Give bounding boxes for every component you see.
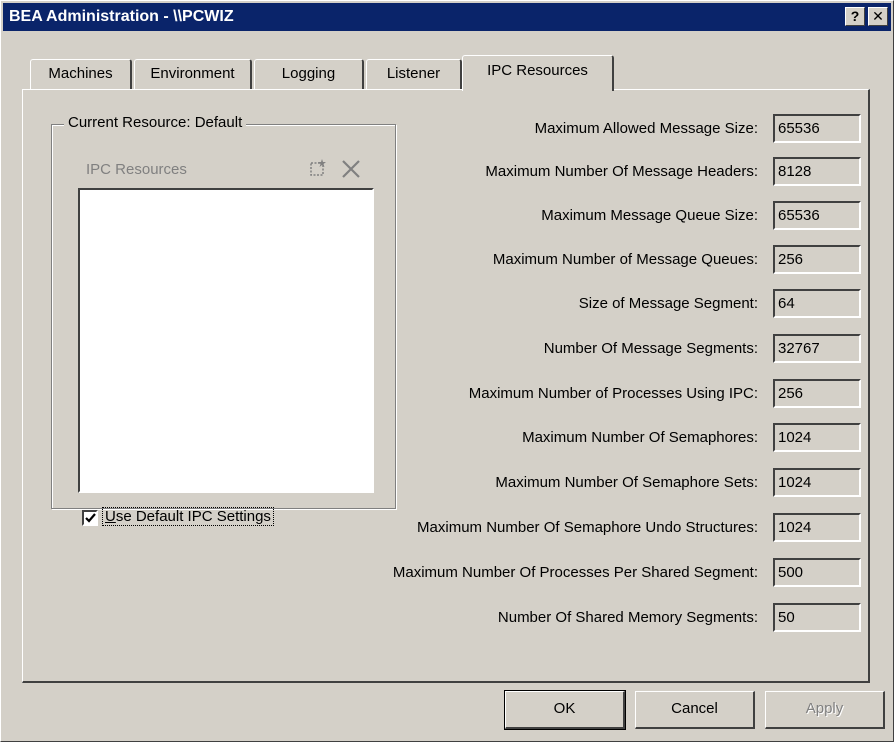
field-label: Number Of Shared Memory Segments: (497, 609, 758, 626)
resource-list-header: IPC Resources (78, 153, 374, 187)
max-semaphores-field: 1024 (773, 423, 861, 452)
resource-list-title: IPC Resources (86, 161, 187, 178)
tab-label: Machines (48, 65, 113, 82)
field-label: Maximum Number of Processes Using IPC: (468, 385, 758, 402)
max-processes-ipc-field: 256 (773, 379, 861, 408)
message-segment-size-field: 64 (773, 289, 861, 318)
resource-listbox[interactable] (78, 188, 374, 493)
max-message-headers-field: 8128 (773, 157, 861, 186)
group-legend: Current Resource: Default (64, 114, 247, 131)
tab-label: Logging (281, 65, 336, 82)
tab-label: IPC Resources (487, 62, 588, 79)
tab-machines[interactable]: Machines (30, 59, 132, 89)
ok-button[interactable]: OK (504, 690, 626, 730)
field-label: Maximum Number Of Message Headers: (485, 163, 758, 180)
field-label: Maximum Number Of Semaphores: (522, 429, 758, 446)
new-item-icon[interactable] (308, 158, 328, 178)
check-icon (85, 513, 96, 523)
max-processes-shared-segment-field: 500 (773, 558, 861, 587)
max-queues-field: 256 (773, 245, 861, 274)
close-button[interactable]: ✕ (868, 7, 888, 26)
shared-memory-segments-field: 50 (773, 603, 861, 632)
field-label: Maximum Allowed Message Size: (534, 120, 758, 137)
max-semaphore-sets-field: 1024 (773, 468, 861, 497)
max-queue-size-field: 65536 (773, 201, 861, 230)
apply-button[interactable]: Apply (765, 691, 885, 729)
tab-panel-ipc-resources: Current Resource: Default IPC Resources (22, 89, 870, 683)
help-button[interactable]: ? (845, 7, 865, 26)
tab-label: Listener (386, 65, 441, 82)
max-semaphore-undo-field: 1024 (773, 513, 861, 542)
field-label: Maximum Number Of Semaphore Undo Structu… (417, 519, 758, 536)
max-message-size-field: 65536 (773, 114, 861, 143)
tab-logging[interactable]: Logging (254, 59, 364, 89)
field-label: Number Of Message Segments: (543, 340, 758, 357)
cancel-button[interactable]: Cancel (635, 691, 755, 729)
tab-environment[interactable]: Environment (134, 59, 252, 89)
field-label: Maximum Number Of Semaphore Sets: (495, 474, 758, 491)
tab-listener[interactable]: Listener (366, 59, 462, 89)
message-segments-field: 32767 (773, 334, 861, 363)
field-label: Size of Message Segment: (578, 295, 758, 312)
field-label: Maximum Number Of Processes Per Shared S… (392, 564, 758, 581)
checkbox-label: Use Default IPC Settings (102, 507, 274, 526)
current-resource-group: Current Resource: Default IPC Resources (51, 114, 396, 526)
tab-label: Environment (150, 65, 235, 82)
delete-icon[interactable] (340, 158, 362, 180)
field-label: Maximum Number of Message Queues: (492, 251, 758, 268)
field-label: Maximum Message Queue Size: (541, 207, 758, 224)
tab-ipc-resources[interactable]: IPC Resources (462, 55, 614, 91)
window-title: BEA Administration - \\PCWIZ (9, 8, 234, 25)
dialog-window: BEA Administration - \\PCWIZ ? ✕ Machine… (0, 0, 894, 742)
checkbox-box[interactable] (82, 510, 98, 526)
title-bar[interactable]: BEA Administration - \\PCWIZ ? ✕ (3, 3, 891, 31)
